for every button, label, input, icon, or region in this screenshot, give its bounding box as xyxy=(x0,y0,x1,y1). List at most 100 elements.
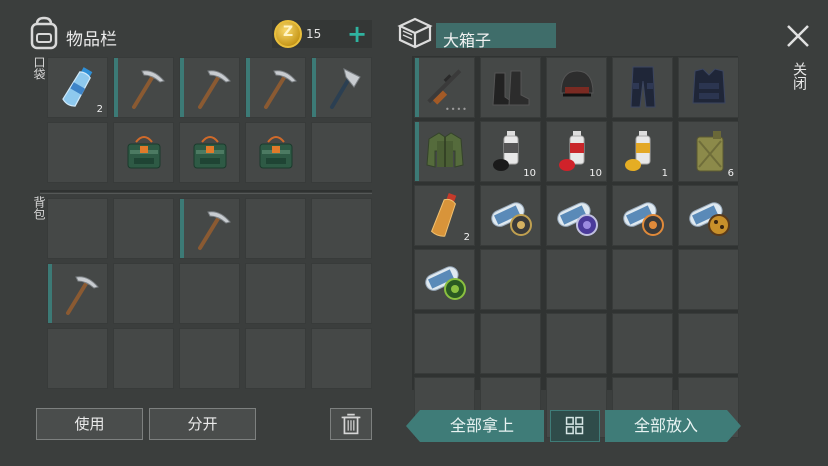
inventory-slot-pickaxe[interactable] xyxy=(179,198,240,259)
inventory-slot-pickaxe[interactable] xyxy=(47,263,108,324)
item-quantity: 2 xyxy=(463,232,470,243)
pickaxe-icon xyxy=(264,70,297,109)
inventory-slot-empty[interactable] xyxy=(480,249,541,310)
item-quantity: 2 xyxy=(96,104,103,115)
inventory-title: 物品栏 xyxy=(66,30,117,50)
inventory-slot-empty[interactable] xyxy=(179,263,240,324)
blueprint-green-icon xyxy=(425,266,466,300)
grid-icon xyxy=(565,416,584,435)
explosive-pack-icon xyxy=(127,136,161,169)
divider xyxy=(40,193,372,194)
inventory-slot-blueprint-green[interactable] xyxy=(414,249,475,310)
add-coins-button[interactable]: + xyxy=(346,20,368,48)
blueprint-purple-icon xyxy=(557,202,598,236)
inventory-slot-empty[interactable] xyxy=(179,328,240,389)
inventory-slot-empty[interactable] xyxy=(546,249,607,310)
inventory-slot-empty[interactable] xyxy=(245,328,306,389)
inventory-slot-rifle[interactable]: •••• xyxy=(414,57,475,118)
inventory-slot-water-bottle[interactable]: 2 xyxy=(47,57,108,118)
take-all-button[interactable]: 全部拿上 xyxy=(420,410,544,442)
blueprint-ammo-icon xyxy=(491,202,532,236)
inventory-slot-helmet[interactable] xyxy=(546,57,607,118)
inventory-slot-pickaxe[interactable] xyxy=(113,57,174,118)
coin-icon-letter: Z xyxy=(283,24,294,40)
inventory-slot-empty[interactable] xyxy=(113,263,174,324)
jacket-icon xyxy=(426,132,464,168)
item-quantity: 10 xyxy=(589,168,602,179)
pickaxe-icon xyxy=(198,70,231,109)
inventory-slot-explosive-pack[interactable] xyxy=(179,122,240,183)
inventory-slot-blueprint-leopard[interactable] xyxy=(678,185,739,246)
inventory-slot-explosive-pack[interactable] xyxy=(113,122,174,183)
hatchet-icon xyxy=(330,68,361,109)
inventory-slot-blueprint-orange[interactable] xyxy=(612,185,673,246)
inventory-slot-hatchet[interactable] xyxy=(311,57,372,118)
vest-icon xyxy=(692,68,726,104)
chest-title: 大箱子 xyxy=(443,31,492,50)
close-icon[interactable] xyxy=(784,22,812,50)
inventory-slot-empty[interactable] xyxy=(113,328,174,389)
helmet-icon xyxy=(560,70,594,97)
pickaxe-icon xyxy=(132,70,165,109)
inventory-slot-empty[interactable] xyxy=(414,313,475,374)
inventory-slot-empty[interactable] xyxy=(678,249,739,310)
take-all-arrow[interactable] xyxy=(406,410,420,442)
blueprint-leopard-icon xyxy=(689,202,730,236)
backpack-label: 背包 xyxy=(32,196,46,220)
pocket-label: 口袋 xyxy=(32,56,46,80)
inventory-slot-empty[interactable] xyxy=(245,263,306,324)
trash-icon xyxy=(341,413,361,435)
divider xyxy=(40,190,372,192)
explosive-pack-icon xyxy=(193,136,227,169)
boots-icon xyxy=(492,70,530,106)
inventory-slot-empty[interactable] xyxy=(245,198,306,259)
inventory-slot-spray-yellow[interactable]: 1 xyxy=(612,121,673,182)
pickaxe-icon xyxy=(198,211,231,250)
sort-button[interactable] xyxy=(550,410,600,442)
inventory-slot-empty[interactable] xyxy=(612,249,673,310)
inventory-slot-explosive-pack[interactable] xyxy=(245,122,306,183)
inventory-slot-bottle-orange[interactable]: 2 xyxy=(414,185,475,246)
item-quantity: 6 xyxy=(727,168,734,179)
durability-dots: •••• xyxy=(445,105,468,114)
backpack-icon xyxy=(30,16,58,50)
put-all-arrow[interactable] xyxy=(727,410,741,442)
inventory-slot-empty[interactable] xyxy=(311,328,372,389)
inventory-slot-vest[interactable] xyxy=(678,57,739,118)
inventory-slot-empty[interactable] xyxy=(678,313,739,374)
inventory-slot-empty[interactable] xyxy=(47,122,108,183)
bottle-orange-icon xyxy=(430,192,457,237)
inventory-slot-blueprint-purple[interactable] xyxy=(546,185,607,246)
rifle-icon xyxy=(427,69,462,105)
inventory-slot-jerrycan[interactable]: 6 xyxy=(678,121,739,182)
inventory-slot-empty[interactable] xyxy=(311,198,372,259)
water-bottle-icon xyxy=(62,67,93,107)
close-label[interactable]: 关闭 xyxy=(789,62,809,90)
inventory-slot-empty[interactable] xyxy=(480,313,541,374)
inventory-slot-boots[interactable] xyxy=(480,57,541,118)
use-button[interactable]: 使用 xyxy=(36,408,143,440)
inventory-slot-pickaxe[interactable] xyxy=(245,57,306,118)
put-all-button[interactable]: 全部放入 xyxy=(605,410,727,442)
inventory-slot-pickaxe[interactable] xyxy=(179,57,240,118)
split-button[interactable]: 分开 xyxy=(149,408,256,440)
inventory-slot-spray-black[interactable]: 10 xyxy=(480,121,541,182)
inventory-slot-jacket[interactable] xyxy=(414,121,475,182)
spray-yellow-icon xyxy=(625,131,651,171)
inventory-slot-empty[interactable] xyxy=(546,313,607,374)
inventory-slot-empty[interactable] xyxy=(311,263,372,324)
inventory-slot-empty[interactable] xyxy=(612,313,673,374)
pants-icon xyxy=(630,66,656,108)
inventory-slot-empty[interactable] xyxy=(113,198,174,259)
blueprint-orange-icon xyxy=(623,202,664,236)
item-quantity: 1 xyxy=(661,168,668,179)
inventory-slot-empty[interactable] xyxy=(47,198,108,259)
inventory-slot-empty[interactable] xyxy=(47,328,108,389)
inventory-slot-blueprint-ammo[interactable] xyxy=(480,185,541,246)
chest-icon xyxy=(397,17,433,49)
inventory-slot-spray-red[interactable]: 10 xyxy=(546,121,607,182)
inventory-slot-empty[interactable] xyxy=(311,122,372,183)
jerrycan-icon xyxy=(696,131,724,172)
trash-button[interactable] xyxy=(330,408,372,440)
inventory-slot-pants[interactable] xyxy=(612,57,673,118)
